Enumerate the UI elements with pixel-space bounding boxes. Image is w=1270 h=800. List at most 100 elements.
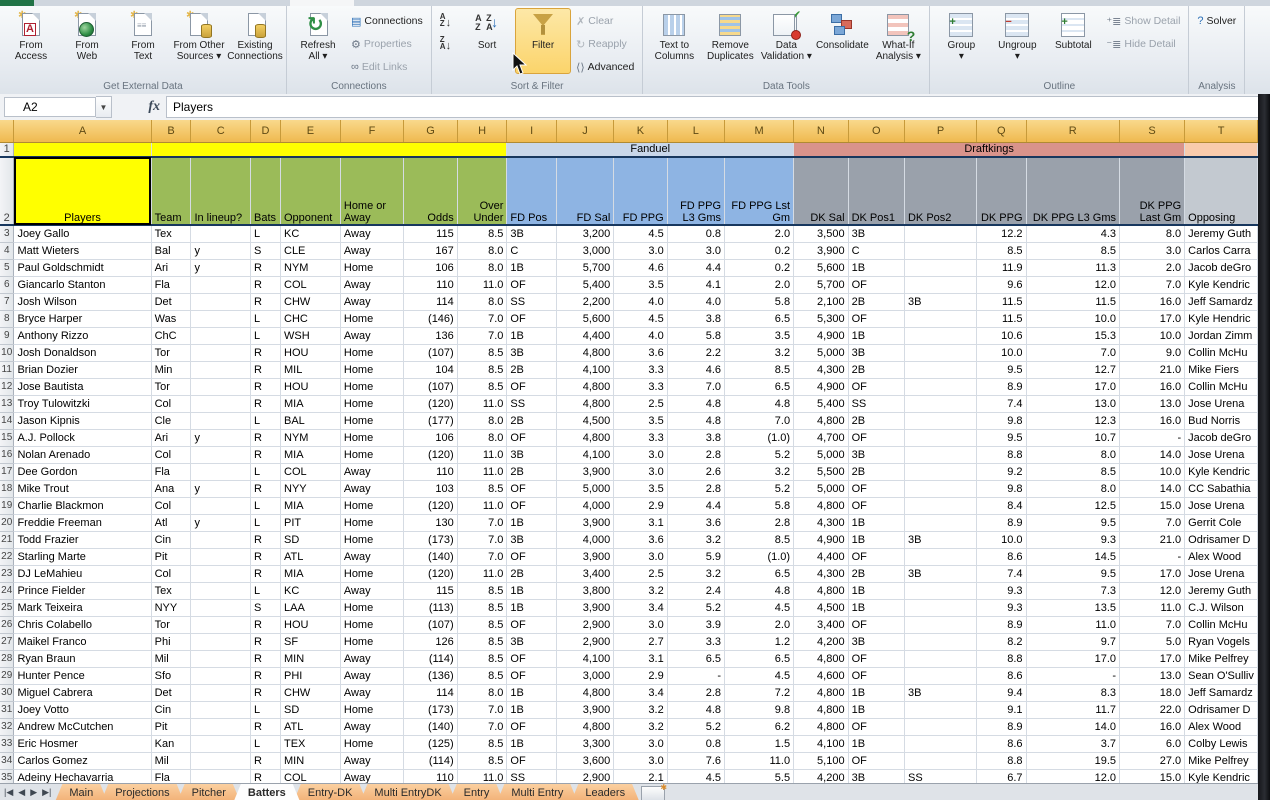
field-header-dk-ppg-l3-gms[interactable]: DK PPG L3 Gms <box>1026 157 1119 225</box>
cell-L3[interactable]: 0.8 <box>667 225 724 242</box>
column-header-D[interactable]: D <box>251 120 281 142</box>
cell-O14[interactable]: 2B <box>848 412 904 429</box>
cell-T15[interactable]: Jacob deGro <box>1185 429 1258 446</box>
cell-R11[interactable]: 12.7 <box>1026 361 1119 378</box>
cell-L22[interactable]: 5.9 <box>667 548 724 565</box>
cell-C30[interactable] <box>191 684 251 701</box>
cell-D33[interactable]: L <box>251 735 281 752</box>
cell-K17[interactable]: 3.0 <box>614 463 667 480</box>
cell-S30[interactable]: 18.0 <box>1120 684 1185 701</box>
row-header-16[interactable]: 16 <box>0 446 14 463</box>
cell-P33[interactable] <box>904 735 976 752</box>
name-box[interactable]: A2 <box>4 97 96 117</box>
cell-N32[interactable]: 4,800 <box>794 718 849 735</box>
cell-M33[interactable]: 1.5 <box>725 735 794 752</box>
band-b1-h1[interactable] <box>151 142 507 157</box>
sort-button[interactable]: ZA↓ <box>435 33 459 55</box>
cell-T28[interactable]: Mike Pelfrey <box>1185 650 1258 667</box>
cell-H22[interactable]: 7.0 <box>457 548 507 565</box>
cell-S35[interactable]: 15.0 <box>1120 769 1185 783</box>
cell-M31[interactable]: 9.8 <box>725 701 794 718</box>
cell-M24[interactable]: 4.8 <box>725 582 794 599</box>
cell-H13[interactable]: 11.0 <box>457 395 507 412</box>
cell-I8[interactable]: OF <box>507 310 556 327</box>
cell-K27[interactable]: 2.7 <box>614 633 667 650</box>
cell-I25[interactable]: 1B <box>507 599 556 616</box>
cell-T4[interactable]: Carlos Carra <box>1185 242 1258 259</box>
cell-R6[interactable]: 12.0 <box>1026 276 1119 293</box>
cell-F5[interactable]: Home <box>340 259 403 276</box>
cell-N17[interactable]: 5,500 <box>794 463 849 480</box>
cell-O6[interactable]: OF <box>848 276 904 293</box>
cell-A29[interactable]: Hunter Pence <box>14 667 151 684</box>
cell-H5[interactable]: 8.0 <box>457 259 507 276</box>
cell-F30[interactable]: Away <box>340 684 403 701</box>
cell-S6[interactable]: 7.0 <box>1120 276 1185 293</box>
field-header-dk-pos1[interactable]: DK Pos1 <box>848 157 904 225</box>
cell-H30[interactable]: 8.0 <box>457 684 507 701</box>
cell-A34[interactable]: Carlos Gomez <box>14 752 151 769</box>
cell-D32[interactable]: R <box>251 718 281 735</box>
row-header-3[interactable]: 3 <box>0 225 14 242</box>
cell-B8[interactable]: Was <box>151 310 191 327</box>
cell-T8[interactable]: Kyle Hendric <box>1185 310 1258 327</box>
row-header-11[interactable]: 11 <box>0 361 14 378</box>
cell-T32[interactable]: Alex Wood <box>1185 718 1258 735</box>
cell-F25[interactable]: Home <box>340 599 403 616</box>
cell-Q13[interactable]: 7.4 <box>977 395 1027 412</box>
cell-C22[interactable] <box>191 548 251 565</box>
field-header-opposing[interactable]: Opposing <box>1185 157 1258 225</box>
cell-G7[interactable]: 114 <box>404 293 458 310</box>
cell-C25[interactable] <box>191 599 251 616</box>
cell-J7[interactable]: 2,200 <box>556 293 613 310</box>
field-header-players[interactable]: Players <box>14 157 151 225</box>
cell-Q5[interactable]: 11.9 <box>977 259 1027 276</box>
cell-N31[interactable]: 4,800 <box>794 701 849 718</box>
cell-S14[interactable]: 16.0 <box>1120 412 1185 429</box>
cell-K7[interactable]: 4.0 <box>614 293 667 310</box>
cell-M10[interactable]: 3.2 <box>725 344 794 361</box>
cell-L33[interactable]: 0.8 <box>667 735 724 752</box>
cell-J15[interactable]: 4,800 <box>556 429 613 446</box>
cell-I12[interactable]: OF <box>507 378 556 395</box>
field-header-fd-ppg[interactable]: FD PPG <box>614 157 667 225</box>
cell-M26[interactable]: 2.0 <box>725 616 794 633</box>
cell-O13[interactable]: SS <box>848 395 904 412</box>
cell-G25[interactable]: (113) <box>404 599 458 616</box>
cell-Q23[interactable]: 7.4 <box>977 565 1027 582</box>
cell-Q35[interactable]: 6.7 <box>977 769 1027 783</box>
cell-L34[interactable]: 7.6 <box>667 752 724 769</box>
cell-O7[interactable]: 2B <box>848 293 904 310</box>
cell-O4[interactable]: C <box>848 242 904 259</box>
cell-S10[interactable]: 9.0 <box>1120 344 1185 361</box>
cell-C8[interactable] <box>191 310 251 327</box>
cell-S12[interactable]: 16.0 <box>1120 378 1185 395</box>
cell-R35[interactable]: 12.0 <box>1026 769 1119 783</box>
row-header-32[interactable]: 32 <box>0 718 14 735</box>
cell-L4[interactable]: 3.0 <box>667 242 724 259</box>
cell-H34[interactable]: 8.5 <box>457 752 507 769</box>
cell-K35[interactable]: 2.1 <box>614 769 667 783</box>
cell-L21[interactable]: 3.2 <box>667 531 724 548</box>
cell-Q25[interactable]: 9.3 <box>977 599 1027 616</box>
cell-F27[interactable]: Home <box>340 633 403 650</box>
column-header-Q[interactable]: Q <box>977 120 1027 142</box>
cell-N28[interactable]: 4,800 <box>794 650 849 667</box>
cell-J27[interactable]: 2,900 <box>556 633 613 650</box>
cell-C15[interactable]: y <box>191 429 251 446</box>
cell-P34[interactable] <box>904 752 976 769</box>
cell-J8[interactable]: 5,600 <box>556 310 613 327</box>
cell-S34[interactable]: 27.0 <box>1120 752 1185 769</box>
cell-O31[interactable]: 1B <box>848 701 904 718</box>
cell-O34[interactable]: OF <box>848 752 904 769</box>
cell-N6[interactable]: 5,700 <box>794 276 849 293</box>
column-header-P[interactable]: P <box>904 120 976 142</box>
cell-G23[interactable]: (120) <box>404 565 458 582</box>
cell-R32[interactable]: 14.0 <box>1026 718 1119 735</box>
cell-C3[interactable] <box>191 225 251 242</box>
cell-I26[interactable]: OF <box>507 616 556 633</box>
field-header-home-or-away[interactable]: Home or Away <box>340 157 403 225</box>
cell-I24[interactable]: 1B <box>507 582 556 599</box>
cell-O20[interactable]: 1B <box>848 514 904 531</box>
field-header-fd-ppg-lst-gm[interactable]: FD PPG Lst Gm <box>725 157 794 225</box>
